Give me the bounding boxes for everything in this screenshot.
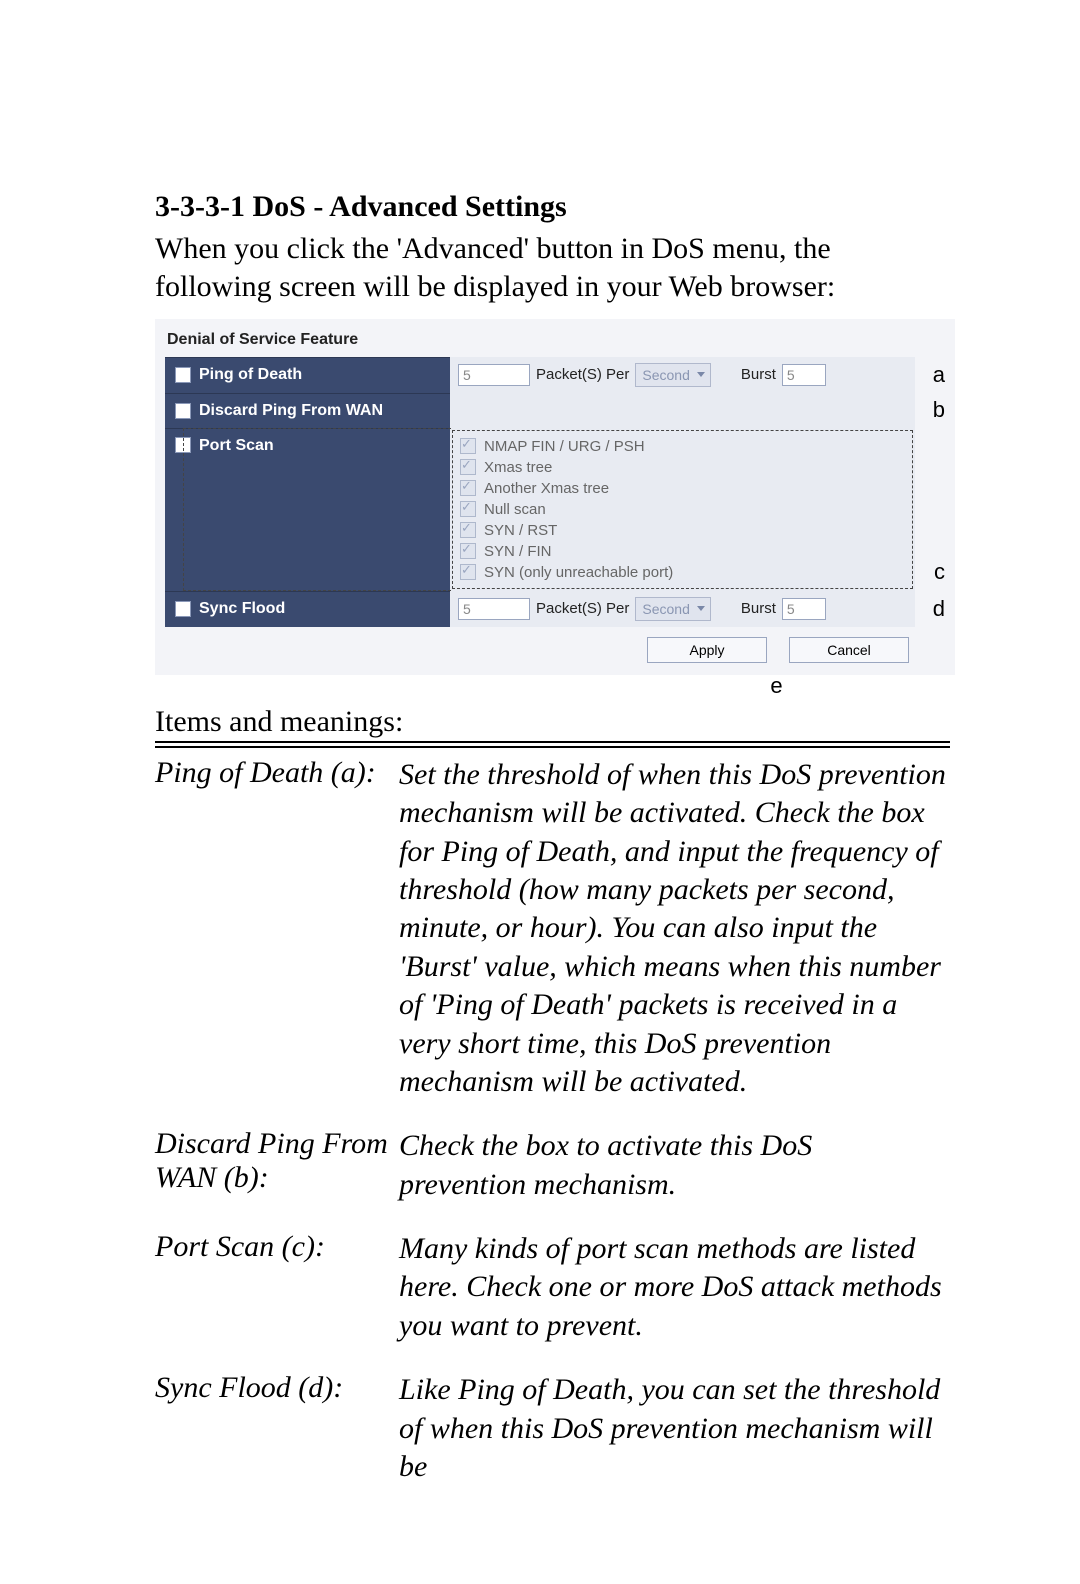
row-label-discard-wan: Discard Ping From WAN — [165, 393, 450, 428]
item-definition: Check the box to activate this DoS preve… — [399, 1119, 950, 1222]
checkbox-disabled — [460, 480, 476, 496]
label-text: Ping of Death — [199, 366, 302, 384]
row-sync-flood: Sync Flood 5 Packet(S) Per Second Burst … — [165, 591, 945, 627]
table-row: Port Scan (c): Many kinds of port scan m… — [155, 1222, 950, 1363]
ps-label: SYN / FIN — [484, 543, 552, 560]
table-row: Ping of Death (a): Set the threshold of … — [155, 748, 950, 1120]
table-row: Discard Ping From WAN (b): Check the box… — [155, 1119, 950, 1222]
sync-burst-input[interactable]: 5 — [782, 598, 826, 620]
checkbox-ping-of-death[interactable] — [175, 367, 191, 383]
port-scan-item: Another Xmas tree — [460, 480, 905, 497]
row-controls-discard-wan — [450, 393, 915, 428]
checkbox-disabled — [460, 459, 476, 475]
items-heading: Items and meanings: — [155, 705, 950, 743]
document-page: 3-3-3-1 DoS - Advanced Settings When you… — [0, 0, 1080, 1584]
row-controls-port-scan: NMAP FIN / URG / PSH Xmas tree Another X… — [450, 428, 915, 591]
panel-title: Denial of Service Feature — [165, 327, 945, 357]
label-text: Port Scan — [199, 437, 274, 455]
port-scan-item: Xmas tree — [460, 459, 905, 476]
table-row: Sync Flood (d): Like Ping of Death, you … — [155, 1363, 950, 1504]
annotation-letter-a: a — [915, 357, 945, 393]
ps-label: Null scan — [484, 501, 546, 518]
burst-label: Burst — [741, 600, 776, 617]
ping-unit-select[interactable]: Second — [635, 363, 710, 387]
checkbox-disabled — [460, 501, 476, 517]
checkbox-disabled — [460, 438, 476, 454]
sync-threshold-input[interactable]: 5 — [458, 598, 530, 620]
annotation-letter-d: d — [915, 591, 945, 627]
row-label-sync-flood: Sync Flood — [165, 591, 450, 627]
port-scan-item: NMAP FIN / URG / PSH — [460, 438, 905, 455]
packets-per-label: Packet(S) Per — [536, 366, 629, 383]
item-definition: Many kinds of port scan methods are list… — [399, 1222, 950, 1363]
port-scan-item: SYN / RST — [460, 522, 905, 539]
checkbox-sync-flood[interactable] — [175, 601, 191, 617]
port-scan-item: Null scan — [460, 501, 905, 518]
port-scan-item: SYN (only unreachable port) — [460, 564, 905, 581]
checkbox-disabled — [460, 543, 476, 559]
label-text: Sync Flood — [199, 600, 285, 618]
sync-unit-select[interactable]: Second — [635, 597, 710, 621]
ps-label: Xmas tree — [484, 459, 552, 476]
port-scan-list: NMAP FIN / URG / PSH Xmas tree Another X… — [458, 434, 907, 585]
section-heading: 3-3-3-1 DoS - Advanced Settings — [155, 190, 950, 224]
cancel-button[interactable]: Cancel — [789, 637, 909, 663]
item-term: Ping of Death (a): — [155, 748, 399, 1120]
ping-burst-input[interactable]: 5 — [782, 364, 826, 386]
checkbox-port-scan[interactable] — [175, 437, 191, 453]
ps-label: Another Xmas tree — [484, 480, 609, 497]
row-controls-sync-flood: 5 Packet(S) Per Second Burst 5 — [450, 591, 915, 627]
dos-settings-screenshot: Denial of Service Feature Ping of Death … — [155, 319, 955, 675]
row-ping-of-death: Ping of Death 5 Packet(S) Per Second Bur… — [165, 357, 945, 393]
row-port-scan: Port Scan NMAP FIN / URG / PSH Xmas tree… — [165, 428, 945, 591]
ps-label: SYN / RST — [484, 522, 557, 539]
item-term: Sync Flood (d): — [155, 1363, 399, 1504]
packets-per-label: Packet(S) Per — [536, 600, 629, 617]
annotation-letter-c: c — [915, 428, 945, 591]
label-text: Discard Ping From WAN — [199, 402, 383, 420]
item-term: Port Scan (c): — [155, 1222, 399, 1363]
action-bar: Apply Cancel — [165, 627, 945, 667]
ps-label: SYN (only unreachable port) — [484, 564, 673, 581]
intro-paragraph: When you click the 'Advanced' button in … — [155, 230, 950, 307]
item-definition: Like Ping of Death, you can set the thre… — [399, 1363, 950, 1504]
port-scan-item: SYN / FIN — [460, 543, 905, 560]
burst-label: Burst — [741, 366, 776, 383]
annotation-letter-b: b — [915, 393, 945, 428]
checkbox-disabled — [460, 564, 476, 580]
item-definition: Set the threshold of when this DoS preve… — [399, 748, 950, 1120]
row-discard-wan: Discard Ping From WAN b — [165, 393, 945, 428]
annotation-letter-e: e — [603, 673, 950, 699]
row-label-port-scan: Port Scan — [165, 428, 450, 591]
row-label-ping-of-death: Ping of Death — [165, 357, 450, 393]
ping-threshold-input[interactable]: 5 — [458, 364, 530, 386]
item-term: Discard Ping From WAN (b): — [155, 1119, 399, 1222]
apply-button[interactable]: Apply — [647, 637, 767, 663]
items-table: Ping of Death (a): Set the threshold of … — [155, 748, 950, 1505]
ps-label: NMAP FIN / URG / PSH — [484, 438, 645, 455]
checkbox-discard-wan[interactable] — [175, 403, 191, 419]
checkbox-disabled — [460, 522, 476, 538]
row-controls-ping-of-death: 5 Packet(S) Per Second Burst 5 — [450, 357, 915, 393]
